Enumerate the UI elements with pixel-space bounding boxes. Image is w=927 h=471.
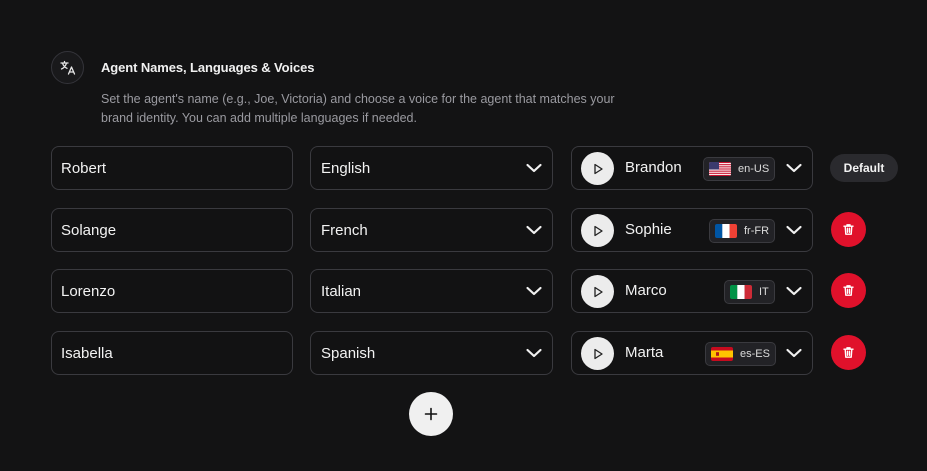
locale-label: fr-FR — [744, 225, 770, 237]
chevron-down-icon — [526, 163, 542, 173]
play-button[interactable] — [581, 152, 614, 185]
translate-icon — [59, 60, 75, 75]
add-language-button[interactable] — [409, 392, 453, 436]
voice-name: Sophie — [625, 221, 672, 238]
chevron-down-icon — [526, 348, 542, 358]
chevron-down-icon — [526, 286, 542, 296]
agent-name-input[interactable]: Lorenzo — [51, 269, 293, 313]
play-icon — [593, 286, 603, 297]
language-label: English — [321, 159, 371, 177]
section-title: Agent Names, Languages & Voices — [101, 60, 315, 75]
voice-select[interactable]: Sophie fr-FR — [571, 208, 813, 252]
locale-badge: es-ES — [705, 342, 776, 366]
voice-name: Marco — [625, 282, 667, 299]
trash-icon — [843, 347, 854, 358]
trash-icon — [843, 224, 854, 235]
chevron-down-icon — [526, 225, 542, 235]
voice-name: Brandon — [625, 159, 682, 176]
locale-badge: fr-FR — [709, 219, 776, 243]
delete-button[interactable] — [831, 335, 866, 370]
agent-name-input[interactable]: Robert — [51, 146, 293, 190]
voice-name: Marta — [625, 344, 664, 361]
delete-button[interactable] — [831, 273, 866, 308]
language-select[interactable]: Italian — [310, 269, 553, 313]
language-label: French — [321, 221, 368, 239]
locale-label: es-ES — [740, 348, 770, 360]
language-select[interactable]: English — [310, 146, 553, 190]
locale-badge: IT — [724, 280, 775, 304]
play-button[interactable] — [581, 337, 614, 370]
section-icon — [51, 51, 84, 84]
voice-select[interactable]: Marta es-ES — [571, 331, 813, 375]
language-select[interactable]: French — [310, 208, 553, 252]
agent-row: Robert English Brandon en-US Default — [0, 146, 927, 190]
es-flag-icon — [711, 347, 733, 361]
language-label: Italian — [321, 282, 362, 300]
agent-name-input[interactable]: Isabella — [51, 331, 293, 375]
voice-select[interactable]: Brandon en-US — [571, 146, 813, 190]
play-icon — [593, 163, 603, 174]
chevron-down-icon — [786, 163, 802, 173]
locale-badge: en-US — [703, 157, 776, 181]
play-button[interactable] — [581, 214, 614, 247]
chevron-down-icon — [786, 348, 802, 358]
play-icon — [593, 348, 603, 359]
us-flag-icon — [709, 162, 731, 176]
plus-icon — [424, 407, 438, 421]
fr-flag-icon — [715, 224, 737, 238]
default-badge[interactable]: Default — [830, 154, 898, 182]
it-flag-icon — [730, 285, 752, 299]
language-select[interactable]: Spanish — [310, 331, 553, 375]
locale-label: IT — [759, 286, 769, 298]
voice-select[interactable]: Marco IT — [571, 269, 813, 313]
agent-row: Lorenzo Italian Marco IT — [0, 269, 927, 313]
agent-row: Solange French Sophie fr-FR — [0, 208, 927, 252]
section-description: Set the agent's name (e.g., Joe, Victori… — [101, 92, 615, 125]
agent-name-input[interactable]: Solange — [51, 208, 293, 252]
chevron-down-icon — [786, 286, 802, 296]
play-button[interactable] — [581, 275, 614, 308]
agent-row: Isabella Spanish Marta es-ES — [0, 331, 927, 375]
play-icon — [593, 225, 603, 236]
delete-button[interactable] — [831, 212, 866, 247]
trash-icon — [843, 285, 854, 296]
locale-label: en-US — [738, 163, 770, 175]
language-label: Spanish — [321, 344, 376, 362]
chevron-down-icon — [786, 225, 802, 235]
